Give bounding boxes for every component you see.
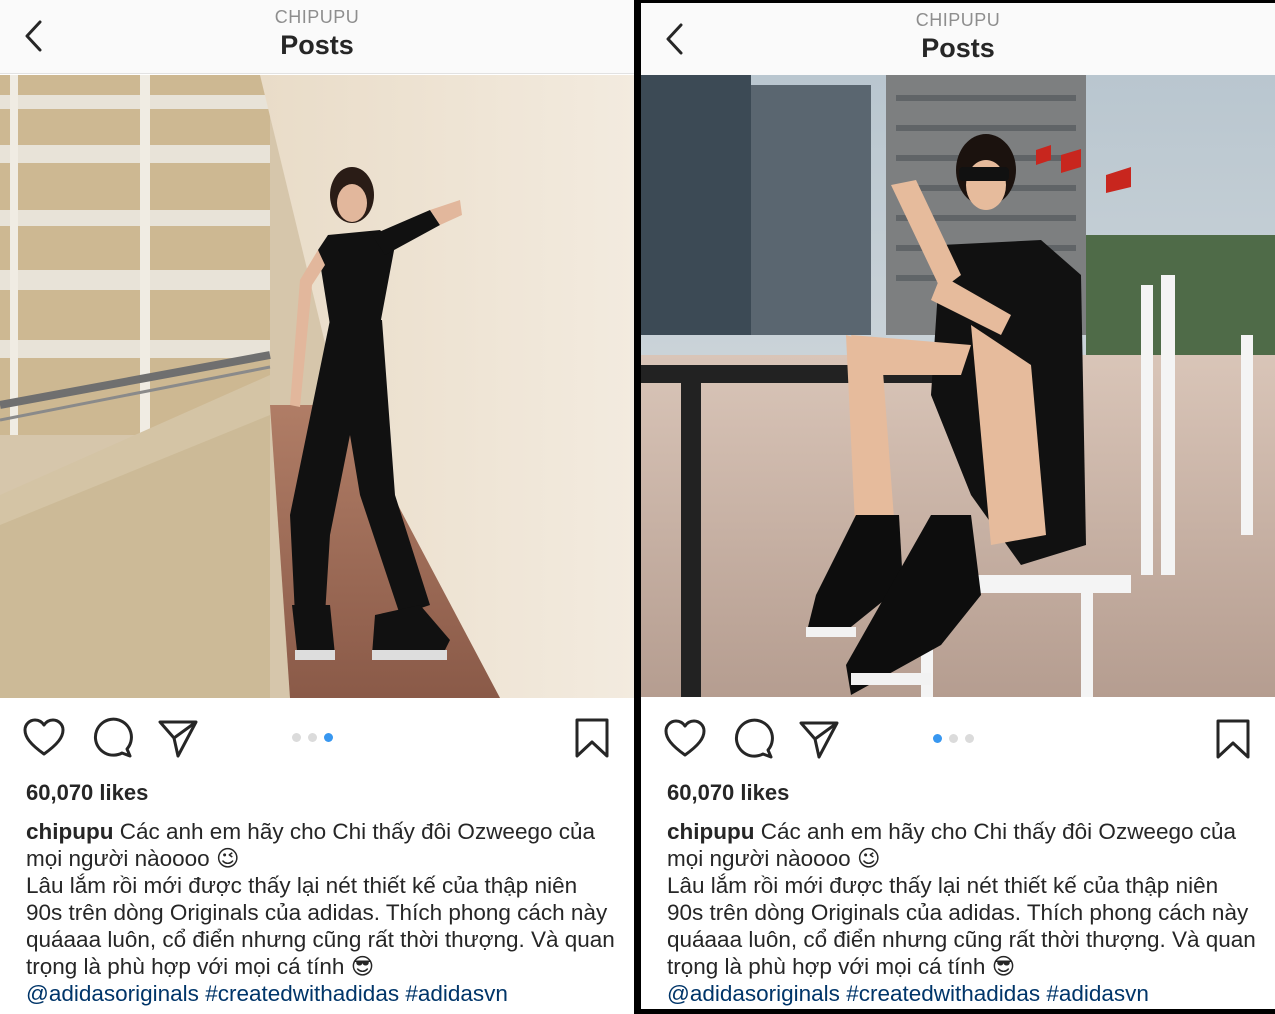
carousel-dot-active [324, 733, 333, 742]
post-actions [641, 703, 1275, 773]
caption-username[interactable]: chipupu [26, 819, 113, 844]
mention-link[interactable]: @adidasoriginals [667, 981, 840, 1006]
carousel-dot [292, 733, 301, 742]
post-photo[interactable] [0, 75, 634, 698]
header-title: Posts [921, 33, 995, 63]
sunglasses-emoji: 😎 [991, 954, 1016, 979]
sunglasses-emoji: 😎 [350, 954, 375, 979]
likes-count[interactable]: 60,070 likes [667, 780, 789, 806]
carousel-dot [949, 734, 958, 743]
wink-emoji: 😉 [215, 846, 240, 871]
carousel-dot-active [933, 734, 942, 743]
header-username: CHIPUPU [274, 7, 360, 27]
hashtag-link[interactable]: #createdwithadidas [205, 981, 399, 1006]
carousel-dot [965, 734, 974, 743]
post-panel-right: CHIPUPU Posts 60,070 likes chipupu Các a… [641, 3, 1275, 1009]
comment-icon[interactable] [731, 717, 775, 761]
post-photo[interactable] [641, 75, 1275, 697]
bookmark-icon[interactable] [1213, 717, 1253, 761]
hashtag-link[interactable]: #createdwithadidas [846, 981, 1040, 1006]
share-icon[interactable] [797, 717, 841, 761]
caption-text-2: Lâu lắm rồi mới được thấy lại nét thiết … [667, 873, 1256, 979]
nav-header: CHIPUPU Posts [0, 0, 634, 74]
caption-username[interactable]: chipupu [667, 819, 754, 844]
header-username: CHIPUPU [915, 10, 1001, 30]
heart-icon[interactable] [663, 717, 707, 761]
bookmark-icon[interactable] [572, 716, 612, 760]
post-panel-left: CHIPUPU Posts 60,070 likes chipupu Các a… [0, 0, 634, 1014]
likes-count[interactable]: 60,070 likes [26, 780, 148, 806]
hashtag-link[interactable]: #adidasvn [1046, 981, 1149, 1006]
hashtag-link[interactable]: #adidasvn [405, 981, 508, 1006]
mention-link[interactable]: @adidasoriginals [26, 981, 199, 1006]
caption-text-2: Lâu lắm rồi mới được thấy lại nét thiết … [26, 873, 615, 979]
carousel-dot [308, 733, 317, 742]
carousel-indicator [933, 734, 974, 744]
carousel-indicator [292, 733, 333, 743]
post-actions [0, 702, 634, 772]
nav-header: CHIPUPU Posts [641, 3, 1275, 77]
post-caption: chipupu Các anh em hãy cho Chi thấy đôi … [26, 818, 618, 1007]
share-icon[interactable] [156, 716, 200, 760]
wink-emoji: 😉 [856, 846, 881, 871]
heart-icon[interactable] [22, 716, 66, 760]
post-caption: chipupu Các anh em hãy cho Chi thấy đôi … [667, 818, 1259, 1007]
comment-icon[interactable] [90, 716, 134, 760]
header-title: Posts [280, 30, 354, 60]
